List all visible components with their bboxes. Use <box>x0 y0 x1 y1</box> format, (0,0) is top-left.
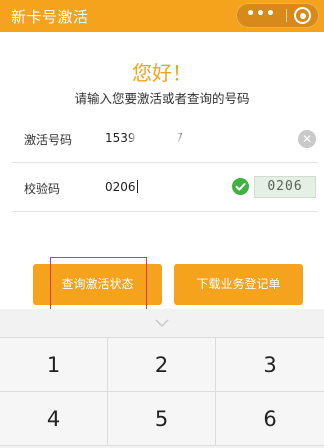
download-registration-form-button[interactable]: 下载业务登记单 <box>174 264 303 305</box>
key-5[interactable]: 5 <box>108 392 216 446</box>
key-2[interactable]: 2 <box>108 338 216 392</box>
verify-code-input[interactable]: 0206 <box>105 180 138 194</box>
mini-program-capsule: ••• <box>236 3 319 28</box>
numeric-keyboard: 1 2 3 4 5 6 <box>0 309 324 448</box>
window-title: 新卡号激活 <box>11 8 89 26</box>
redaction-blur <box>137 128 177 148</box>
more-options-icon[interactable]: ••• <box>243 4 279 27</box>
capsule-separator <box>286 9 287 22</box>
key-6[interactable]: 6 <box>216 392 324 446</box>
instruction-text: 请输入您要激活或者查询的号码 <box>74 91 250 106</box>
row-divider <box>12 211 318 212</box>
key-1[interactable]: 1 <box>0 338 108 392</box>
check-circle-icon <box>232 178 249 195</box>
chevron-down-icon[interactable] <box>154 315 170 331</box>
close-program-icon[interactable] <box>294 7 311 24</box>
row-divider <box>12 162 318 163</box>
activation-number-prefix: 1539 <box>105 131 136 145</box>
greeting-heading: 您好！ <box>132 61 192 85</box>
verify-code-value: 0206 <box>105 180 136 194</box>
verify-code-label: 校验码 <box>24 182 61 196</box>
captcha-image[interactable]: 0206 <box>254 176 316 198</box>
clear-input-icon[interactable]: ✕ <box>298 130 316 148</box>
key-3[interactable]: 3 <box>216 338 324 392</box>
top-bar: 新卡号激活 ••• <box>0 0 324 32</box>
activation-number-label: 激活号码 <box>24 133 73 147</box>
key-4[interactable]: 4 <box>0 392 108 446</box>
text-cursor <box>136 180 138 193</box>
